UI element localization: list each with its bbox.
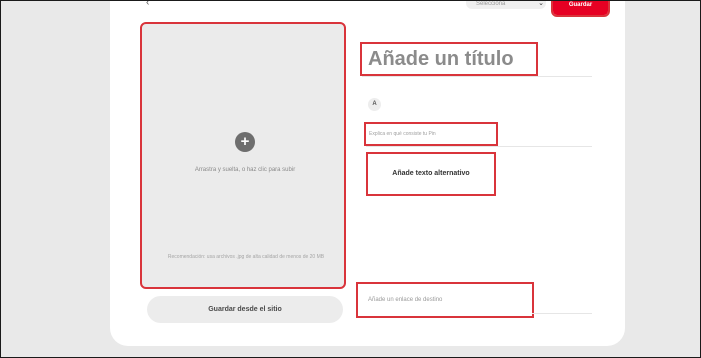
title-underline (362, 76, 592, 77)
title-input[interactable]: Añade un título (360, 42, 538, 76)
board-select-dropdown[interactable]: Selecciona ⌄ (466, 0, 546, 9)
save-from-site-button[interactable]: Guardar desde el sitio (147, 296, 343, 323)
save-button[interactable]: Guardar (551, 0, 610, 17)
destination-underline (532, 313, 592, 314)
chevron-down-icon: ⌄ (538, 0, 544, 7)
plus-circle-icon[interactable]: + (235, 132, 255, 152)
destination-link-input[interactable]: Añade un enlace de destino (356, 282, 534, 318)
description-underline (366, 146, 592, 147)
upload-instruction: Arrastra y suelta, o haz clic para subir (194, 167, 296, 173)
description-input[interactable]: Explica en qué consiste tu Pin (364, 122, 498, 146)
upload-recommendation: Recomendación: usa archivos .jpg de alta… (167, 254, 325, 260)
chevron-left-icon[interactable]: ‹ (146, 0, 158, 5)
board-select-value: Selecciona (476, 1, 506, 7)
add-alt-text-button[interactable]: Añade texto alternativo (366, 152, 496, 196)
avatar: A (368, 98, 381, 111)
image-upload-dropzone[interactable] (140, 22, 346, 289)
